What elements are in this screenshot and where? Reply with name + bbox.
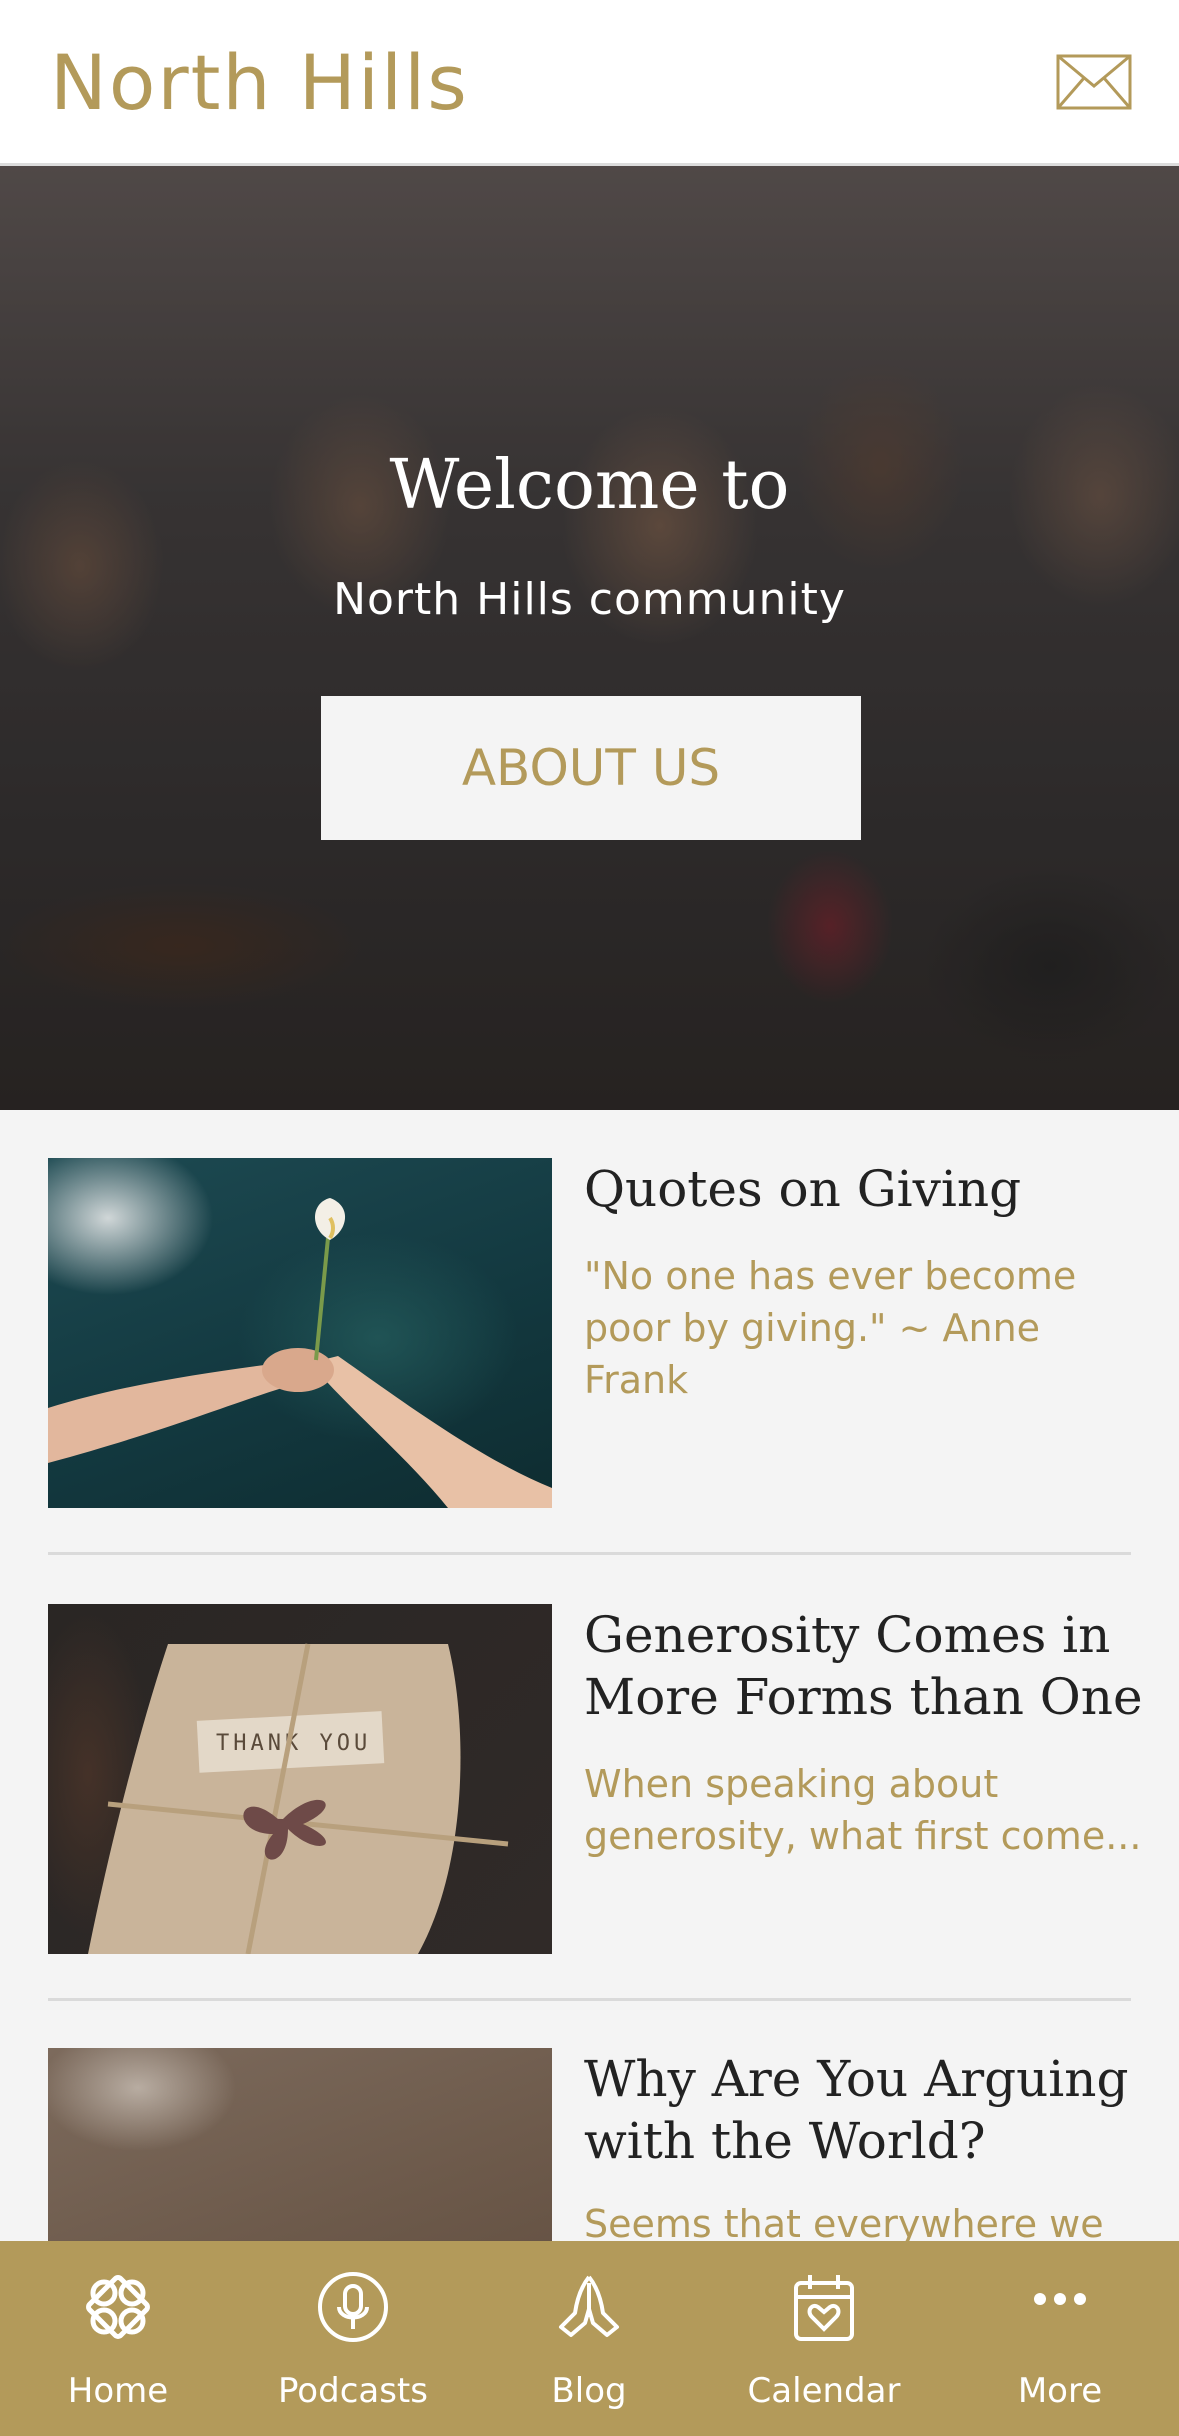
article-title: Why Are You Arguing with the World? — [584, 2050, 1129, 2170]
list-item[interactable]: Why Are You Arguing with the World? Seem… — [48, 2048, 1131, 2241]
tab-home[interactable]: Home — [18, 2241, 218, 2436]
app-title: North Hills — [50, 38, 469, 127]
tab-blog[interactable]: Blog — [489, 2241, 689, 2436]
tab-label: Podcasts — [278, 2371, 428, 2411]
hero-subtitle: North Hills community — [333, 574, 846, 625]
divider — [48, 1552, 1131, 1555]
praying-hands-icon — [551, 2269, 627, 2345]
article-excerpt: Seems that everywhere we — [584, 2202, 1104, 2241]
article-title: Quotes on Giving — [584, 1160, 1022, 1218]
about-us-button[interactable]: ABOUT US — [321, 696, 861, 840]
tab-podcasts[interactable]: Podcasts — [253, 2241, 453, 2436]
article-title: Generosity Comes in More Forms than One — [584, 1606, 1143, 1726]
envelope-icon[interactable] — [1056, 54, 1132, 110]
article-excerpt: "No one has ever become poor by giving."… — [584, 1254, 1077, 1402]
tab-label: More — [1017, 2371, 1103, 2411]
hero-overlay — [0, 166, 1179, 1110]
hero-banner: Welcome to North Hills community ABOUT U… — [0, 166, 1179, 1110]
gift-tag-text: THANK YOU — [216, 1731, 371, 1756]
article-excerpt: When speaking about generosity, what fir… — [584, 1762, 1142, 1858]
article-feed: Quotes on Giving "No one has ever become… — [0, 1110, 1179, 2241]
hero-title: Welcome to — [389, 446, 790, 525]
list-item[interactable]: Quotes on Giving "No one has ever become… — [48, 1158, 1131, 1508]
article-thumbnail — [48, 2048, 552, 2241]
tab-more[interactable]: More — [960, 2241, 1160, 2436]
list-item[interactable]: THANK YOU Generosity Comes in More Forms… — [48, 1604, 1143, 1954]
calendar-heart-icon — [786, 2269, 862, 2345]
microphone-icon — [315, 2269, 391, 2345]
celtic-knot-icon — [80, 2269, 156, 2345]
divider — [48, 1998, 1131, 2001]
bottom-tab-bar: Home Podcasts Blog Calendar More — [0, 2241, 1179, 2436]
app-header: North Hills — [0, 0, 1179, 166]
tab-label: Calendar — [747, 2371, 901, 2411]
article-thumbnail: THANK YOU — [48, 1604, 552, 1954]
tab-calendar[interactable]: Calendar — [724, 2241, 924, 2436]
more-dots-icon — [1022, 2269, 1098, 2345]
tab-label: Home — [67, 2371, 169, 2411]
article-thumbnail — [48, 1158, 552, 1508]
tab-label: Blog — [551, 2371, 627, 2411]
